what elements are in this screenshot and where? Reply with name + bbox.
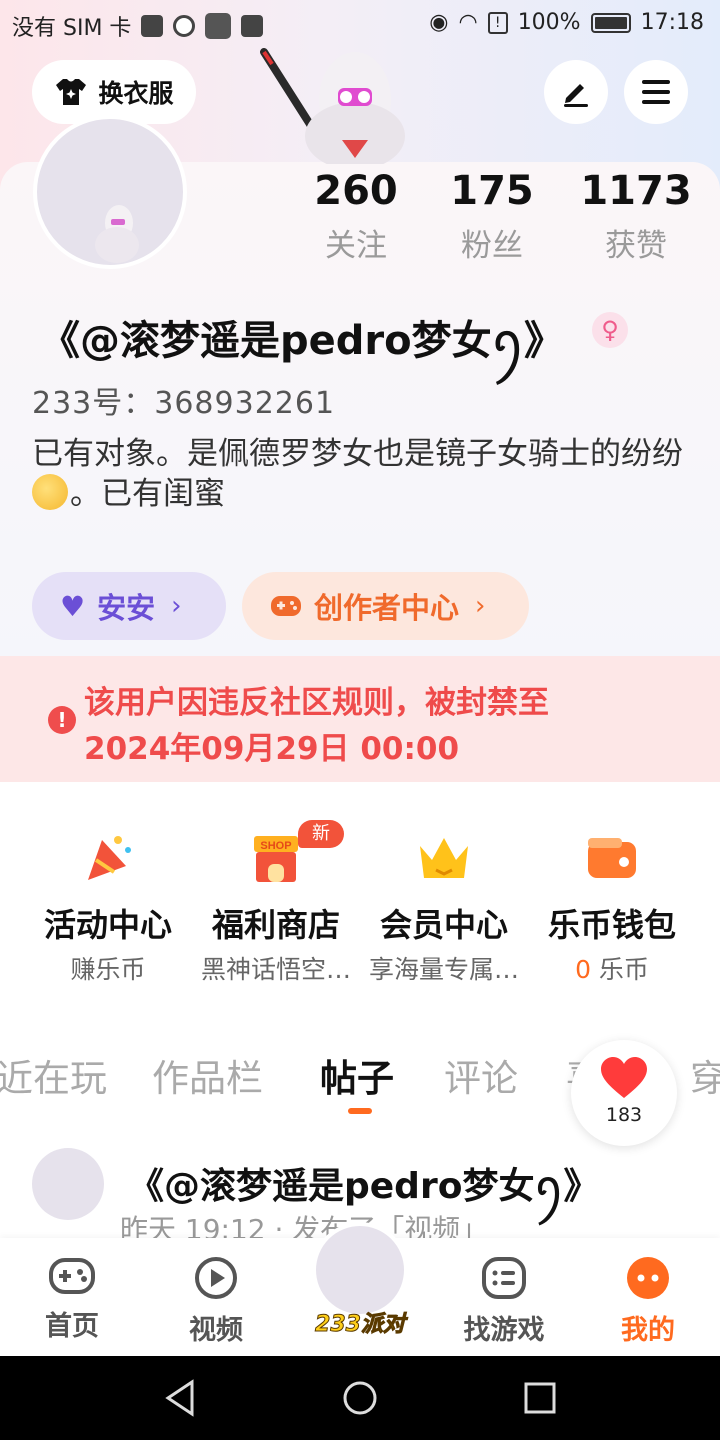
clock: 17:18 xyxy=(640,10,704,35)
tab-outfits[interactable]: 穿 xyxy=(690,1048,720,1102)
service-title: 乐币钱包 xyxy=(547,906,676,944)
service-title: 福利商店 xyxy=(211,906,340,944)
service-activity-center[interactable]: 活动中心 赚乐币 xyxy=(24,830,192,986)
sim-icon xyxy=(141,15,164,37)
service-subtitle: 享海量专属… xyxy=(368,955,519,984)
gamepad-icon xyxy=(49,1258,95,1294)
image-icon xyxy=(241,15,264,37)
nav-label: 我的 xyxy=(621,1315,675,1346)
party-popper-icon xyxy=(88,836,131,880)
nav-label: 视频 xyxy=(189,1315,243,1346)
nav-home[interactable]: 首页 xyxy=(12,1256,132,1343)
nav-me[interactable]: 我的 xyxy=(588,1256,708,1347)
anan-pill-button[interactable]: ♥ 安安 › xyxy=(32,572,226,640)
list-icon xyxy=(482,1257,526,1299)
followers-count: 175 xyxy=(450,168,534,214)
tab-recently-played[interactable]: 近在玩 xyxy=(0,1048,107,1102)
chevron-right-icon: › xyxy=(475,591,486,621)
bio-line-2: 。已有闺蜜 xyxy=(70,476,225,512)
avatar-figure xyxy=(95,205,139,263)
ban-notice-text: 该用户因违反社区规则，被封禁至 2024年09月29日 00:00 xyxy=(84,680,644,772)
pen-icon xyxy=(564,84,588,107)
edit-button[interactable] xyxy=(544,60,608,124)
play-icon xyxy=(195,1257,237,1299)
eye-icon: ◉ xyxy=(429,10,449,35)
followers-label: 粉丝 xyxy=(461,228,523,264)
app-icon xyxy=(205,13,232,39)
profile-avatar[interactable] xyxy=(33,115,187,269)
back-icon[interactable] xyxy=(162,1378,198,1418)
nav-find-games[interactable]: 找游戏 xyxy=(444,1256,564,1347)
coin-unit: 乐币 xyxy=(598,955,649,984)
menu-button[interactable] xyxy=(624,60,688,124)
creator-center-label: 创作者中心 xyxy=(314,591,460,625)
ban-line-2: 2024年09月29日 00:00 xyxy=(84,731,460,767)
ban-line-1: 该用户因违反社区规则，被封禁至 xyxy=(84,685,549,721)
system-navigation-bar xyxy=(0,1356,720,1440)
service-title: 会员中心 xyxy=(379,906,508,944)
creator-center-button[interactable]: 创作者中心 › xyxy=(242,572,529,640)
shop-icon: SHOP xyxy=(254,836,298,882)
tab-works[interactable]: 作品栏 xyxy=(152,1048,263,1102)
bio-line-1: 已有对象。是佩德罗梦女也是镜子女骑士的纷纷 xyxy=(32,436,683,472)
svg-text:SHOP: SHOP xyxy=(260,840,291,852)
crown-icon xyxy=(420,838,468,878)
heart-icon xyxy=(601,1057,647,1098)
user-id[interactable]: 233号：368932261 xyxy=(32,378,335,422)
heart-icon: ♥ xyxy=(60,589,86,623)
service-coin-wallet[interactable]: 乐币钱包 0 乐币 xyxy=(528,830,696,986)
gamepad-icon xyxy=(271,596,301,616)
nav-label: 首页 xyxy=(45,1311,99,1342)
like-button[interactable] xyxy=(571,1040,677,1146)
carrier-text: 没有 SIM 卡 xyxy=(12,16,132,41)
shirt-icon xyxy=(56,79,87,105)
likes-count: 1173 xyxy=(580,168,692,214)
kiss-emoji-icon xyxy=(32,474,68,510)
nav-video[interactable]: 视频 xyxy=(156,1256,276,1347)
active-tab-indicator xyxy=(348,1108,372,1114)
location-icon xyxy=(173,15,196,37)
recents-icon[interactable] xyxy=(522,1380,558,1416)
home-icon[interactable] xyxy=(342,1380,378,1416)
new-badge: 新 xyxy=(298,820,344,848)
chevron-right-icon: › xyxy=(171,591,182,621)
coin-balance: 0 xyxy=(575,955,591,984)
service-subtitle: 0 乐币 xyxy=(528,950,696,986)
wifi-icon: ◠ xyxy=(458,10,478,35)
hamburger-icon xyxy=(642,80,670,104)
anan-label: 安安 xyxy=(97,591,156,625)
service-title: 活动中心 xyxy=(43,906,172,944)
battery-percent: 100% xyxy=(517,10,581,35)
stat-followers[interactable]: 175 粉丝 xyxy=(422,168,562,265)
like-count: 183 xyxy=(605,1104,643,1126)
nav-label: 找游戏 xyxy=(463,1315,545,1346)
female-icon: ♀ xyxy=(592,312,628,348)
warning-icon: ! xyxy=(48,706,76,734)
bio: 已有对象。是佩德罗梦女也是镜子女骑士的纷纷 。已有闺蜜 xyxy=(32,434,692,514)
alert-icon: ! xyxy=(487,11,508,34)
post-author-avatar[interactable] xyxy=(32,1148,104,1220)
likes-label: 获赞 xyxy=(605,228,667,264)
change-outfit-label: 换衣服 xyxy=(98,79,174,108)
nav-party-avatar[interactable] xyxy=(312,1222,408,1318)
face-icon xyxy=(627,1257,669,1299)
character-illustration xyxy=(260,48,405,164)
tab-comments[interactable]: 评论 xyxy=(444,1048,518,1102)
service-subtitle: 赚乐币 xyxy=(70,955,146,984)
stat-likes[interactable]: 1173 获赞 xyxy=(566,168,706,265)
username: 《@滚梦遥是pedro梦女ꪆ》 xyxy=(40,318,564,364)
following-label: 关注 xyxy=(325,228,387,264)
battery-icon xyxy=(590,12,631,33)
nav-party-label[interactable]: 233派对 xyxy=(300,1306,420,1338)
service-welfare-shop[interactable]: SHOP 福利商店 黑神话悟空… xyxy=(192,830,360,986)
tab-posts[interactable]: 帖子 xyxy=(320,1048,394,1102)
following-count: 260 xyxy=(314,168,398,214)
service-member-center[interactable]: 会员中心 享海量专属… xyxy=(360,830,528,986)
stat-following[interactable]: 260 关注 xyxy=(286,168,426,265)
service-subtitle: 黑神话悟空… xyxy=(200,955,351,984)
wallet-icon xyxy=(588,838,636,878)
